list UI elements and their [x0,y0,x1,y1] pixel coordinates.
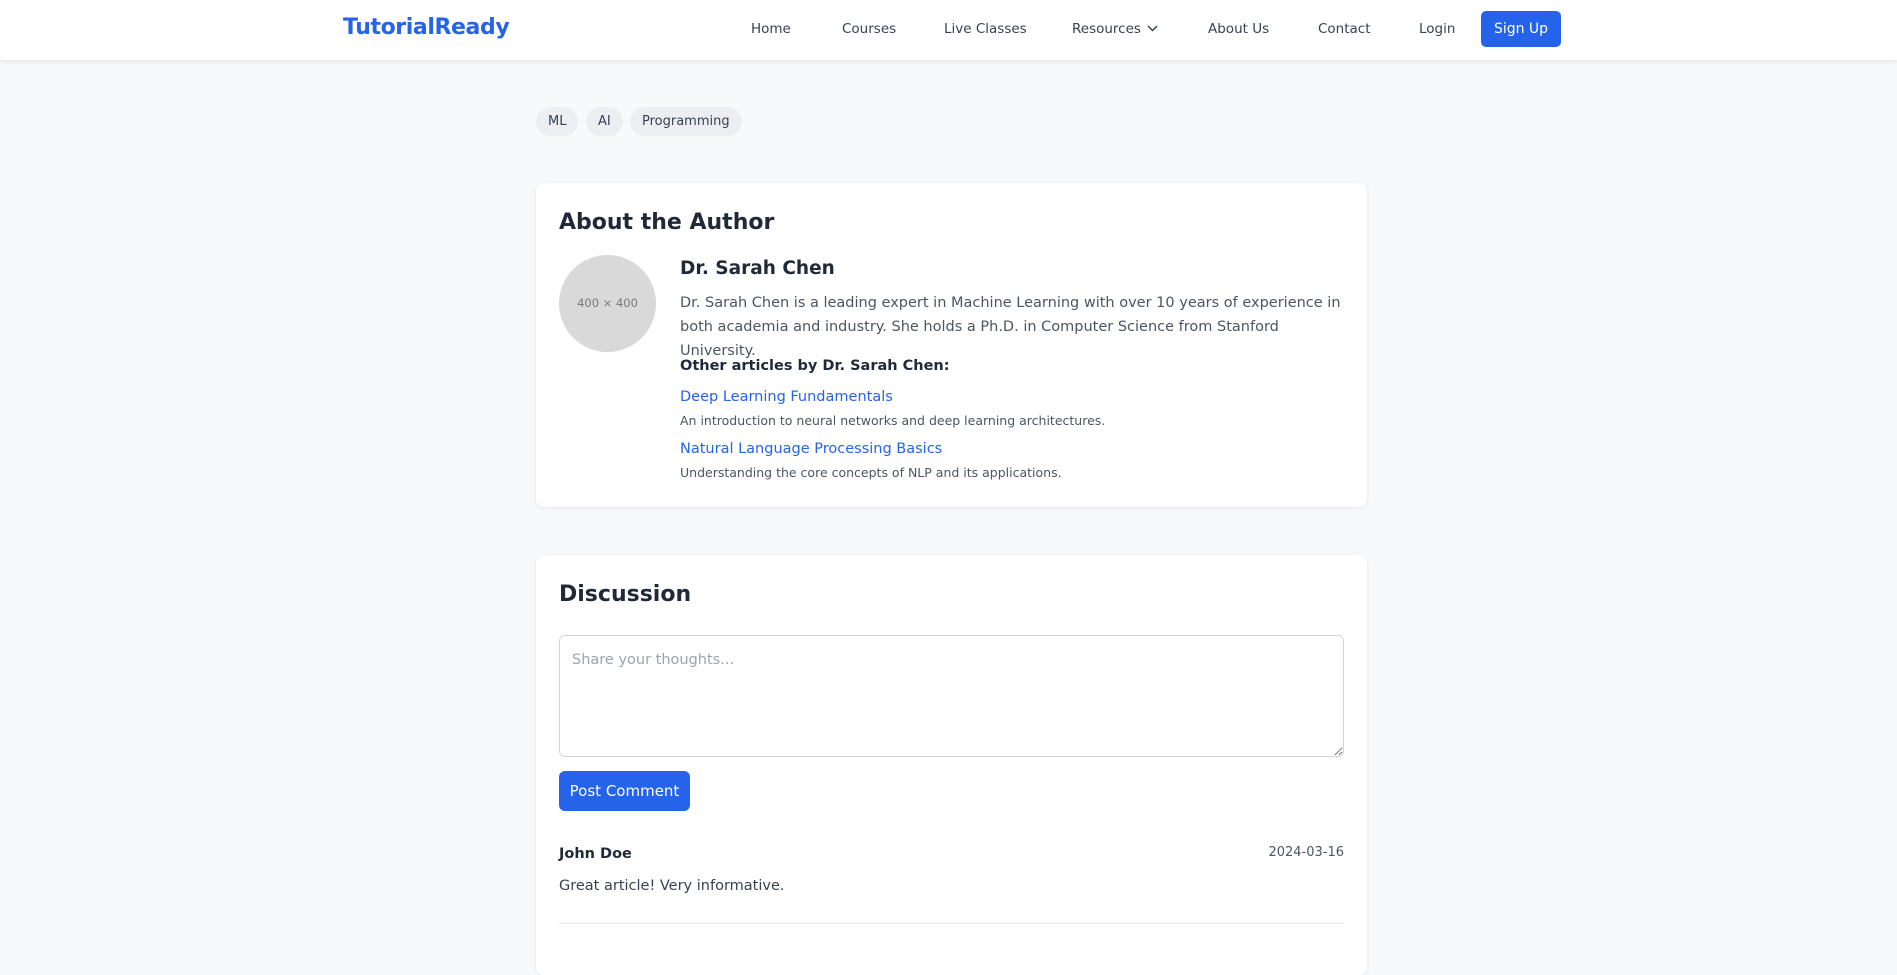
tag-programming[interactable]: Programming [630,107,742,136]
discussion-title: Discussion [559,582,692,607]
top-navbar: TutorialReady Home Courses Live Classes … [0,0,1897,60]
avatar: 400 × 400 [559,255,656,352]
article-link-nlp-basics[interactable]: Natural Language Processing Basics [680,441,942,457]
comment-date: 2024-03-16 [1268,845,1344,860]
comment-text: Great article! Very informative. [559,878,785,894]
post-comment-button[interactable]: Post Comment [559,771,690,811]
author-card: About the Author 400 × 400 Dr. Sarah Che… [536,183,1367,507]
nav-about-us[interactable]: About Us [1208,21,1269,37]
discussion-card: Discussion Post Comment John Doe 2024-03… [536,555,1367,975]
article-link-deep-learning[interactable]: Deep Learning Fundamentals [680,389,893,405]
author-section-title: About the Author [559,210,775,235]
other-articles-heading: Other articles by Dr. Sarah Chen: [680,358,950,374]
article-desc: Understanding the core concepts of NLP a… [680,465,1062,480]
author-bio: Dr. Sarah Chen is a leading expert in Ma… [680,295,1341,359]
nav-resources-dropdown[interactable]: Resources [1072,21,1158,37]
login-link[interactable]: Login [1419,21,1455,37]
nav-live-classes[interactable]: Live Classes [944,21,1027,37]
nav-home[interactable]: Home [751,21,791,37]
tag-ai[interactable]: AI [586,107,623,136]
comment-divider [559,923,1344,924]
nav-resources-label: Resources [1072,21,1141,37]
brand-logo[interactable]: TutorialReady [343,15,510,40]
author-name: Dr. Sarah Chen [680,258,835,279]
chevron-down-icon [1147,20,1158,36]
comment-input[interactable] [559,635,1344,757]
nav-courses[interactable]: Courses [842,21,896,37]
tag-ml[interactable]: ML [536,107,579,136]
nav-contact[interactable]: Contact [1318,21,1371,37]
article-desc: An introduction to neural networks and d… [680,413,1106,428]
signup-button[interactable]: Sign Up [1481,11,1561,47]
comment-author: John Doe [559,846,632,862]
